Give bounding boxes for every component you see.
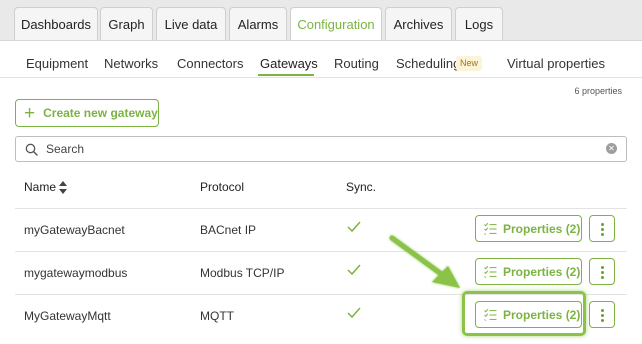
properties-count: 6 properties [574,86,622,96]
check-icon [347,307,361,319]
subtab-virtual-properties[interactable]: Virtual properties [507,56,605,71]
more-vertical-icon [601,309,604,312]
properties-button[interactable]: Properties (2) [475,258,582,285]
divider [0,40,642,41]
more-vertical-icon [601,276,604,279]
subtab-connectors[interactable]: Connectors [177,56,243,71]
checklist-icon [484,222,497,235]
search-input[interactable]: Search ✕ [15,136,627,162]
gateway-protocol: Modbus TCP/IP [200,266,285,280]
plus-icon: + [24,102,36,124]
top-tab-bar: Dashboards Graph Live data Alarms Config… [0,0,642,41]
gateway-name: myGatewayBacnet [24,223,125,237]
more-options-button[interactable] [589,301,615,328]
tab-dashboards[interactable]: Dashboards [14,7,98,40]
divider [15,251,627,252]
more-options-button[interactable] [589,215,615,242]
divider [15,208,627,209]
tab-alarms[interactable]: Alarms [229,7,287,40]
gateway-name: MyGatewayMqtt [24,309,111,323]
subtab-gateways[interactable]: Gateways [260,56,318,71]
create-gateway-button[interactable]: + Create new gateway [15,99,159,127]
search-placeholder: Search [46,142,85,156]
subtab-equipment[interactable]: Equipment [26,56,88,71]
gateway-protocol: BACnet IP [200,223,257,237]
tab-logs[interactable]: Logs [455,7,503,40]
gateway-protocol: MQTT [200,309,234,323]
more-vertical-icon [601,233,604,236]
divider [0,77,642,78]
more-vertical-icon [601,271,604,274]
create-gateway-label: Create new gateway [43,106,158,120]
clear-icon[interactable]: ✕ [606,143,617,154]
check-icon [347,264,361,276]
properties-label: Properties (2) [503,264,581,279]
more-options-button[interactable] [589,258,615,285]
active-subtab-indicator [258,74,314,76]
arrow-pointer [389,235,460,288]
more-vertical-icon [601,314,604,317]
check-icon [347,221,361,233]
search-icon [25,143,38,156]
column-header-sync: Sync. [346,180,377,194]
tab-configuration[interactable]: Configuration [290,7,382,41]
properties-label: Properties (2) [503,221,581,236]
tab-archives[interactable]: Archives [385,7,452,40]
tab-graph[interactable]: Graph [100,7,153,40]
tab-live-data[interactable]: Live data [156,7,226,40]
column-header-protocol: Protocol [200,180,245,194]
column-header-name[interactable]: Name [24,180,56,194]
subtab-routing[interactable]: Routing [334,56,379,71]
subtab-networks[interactable]: Networks [104,56,158,71]
more-vertical-icon [601,266,604,269]
properties-button[interactable]: Properties (2) [475,215,582,242]
new-badge: New [456,56,483,71]
subtab-scheduling[interactable]: Scheduling [396,56,460,71]
sort-icon[interactable] [59,181,67,194]
highlight-box [462,291,586,336]
gateway-name: mygatewaymodbus [24,266,128,280]
more-vertical-icon [601,319,604,322]
more-vertical-icon [601,223,604,226]
more-vertical-icon [601,228,604,231]
checklist-icon [484,265,497,278]
